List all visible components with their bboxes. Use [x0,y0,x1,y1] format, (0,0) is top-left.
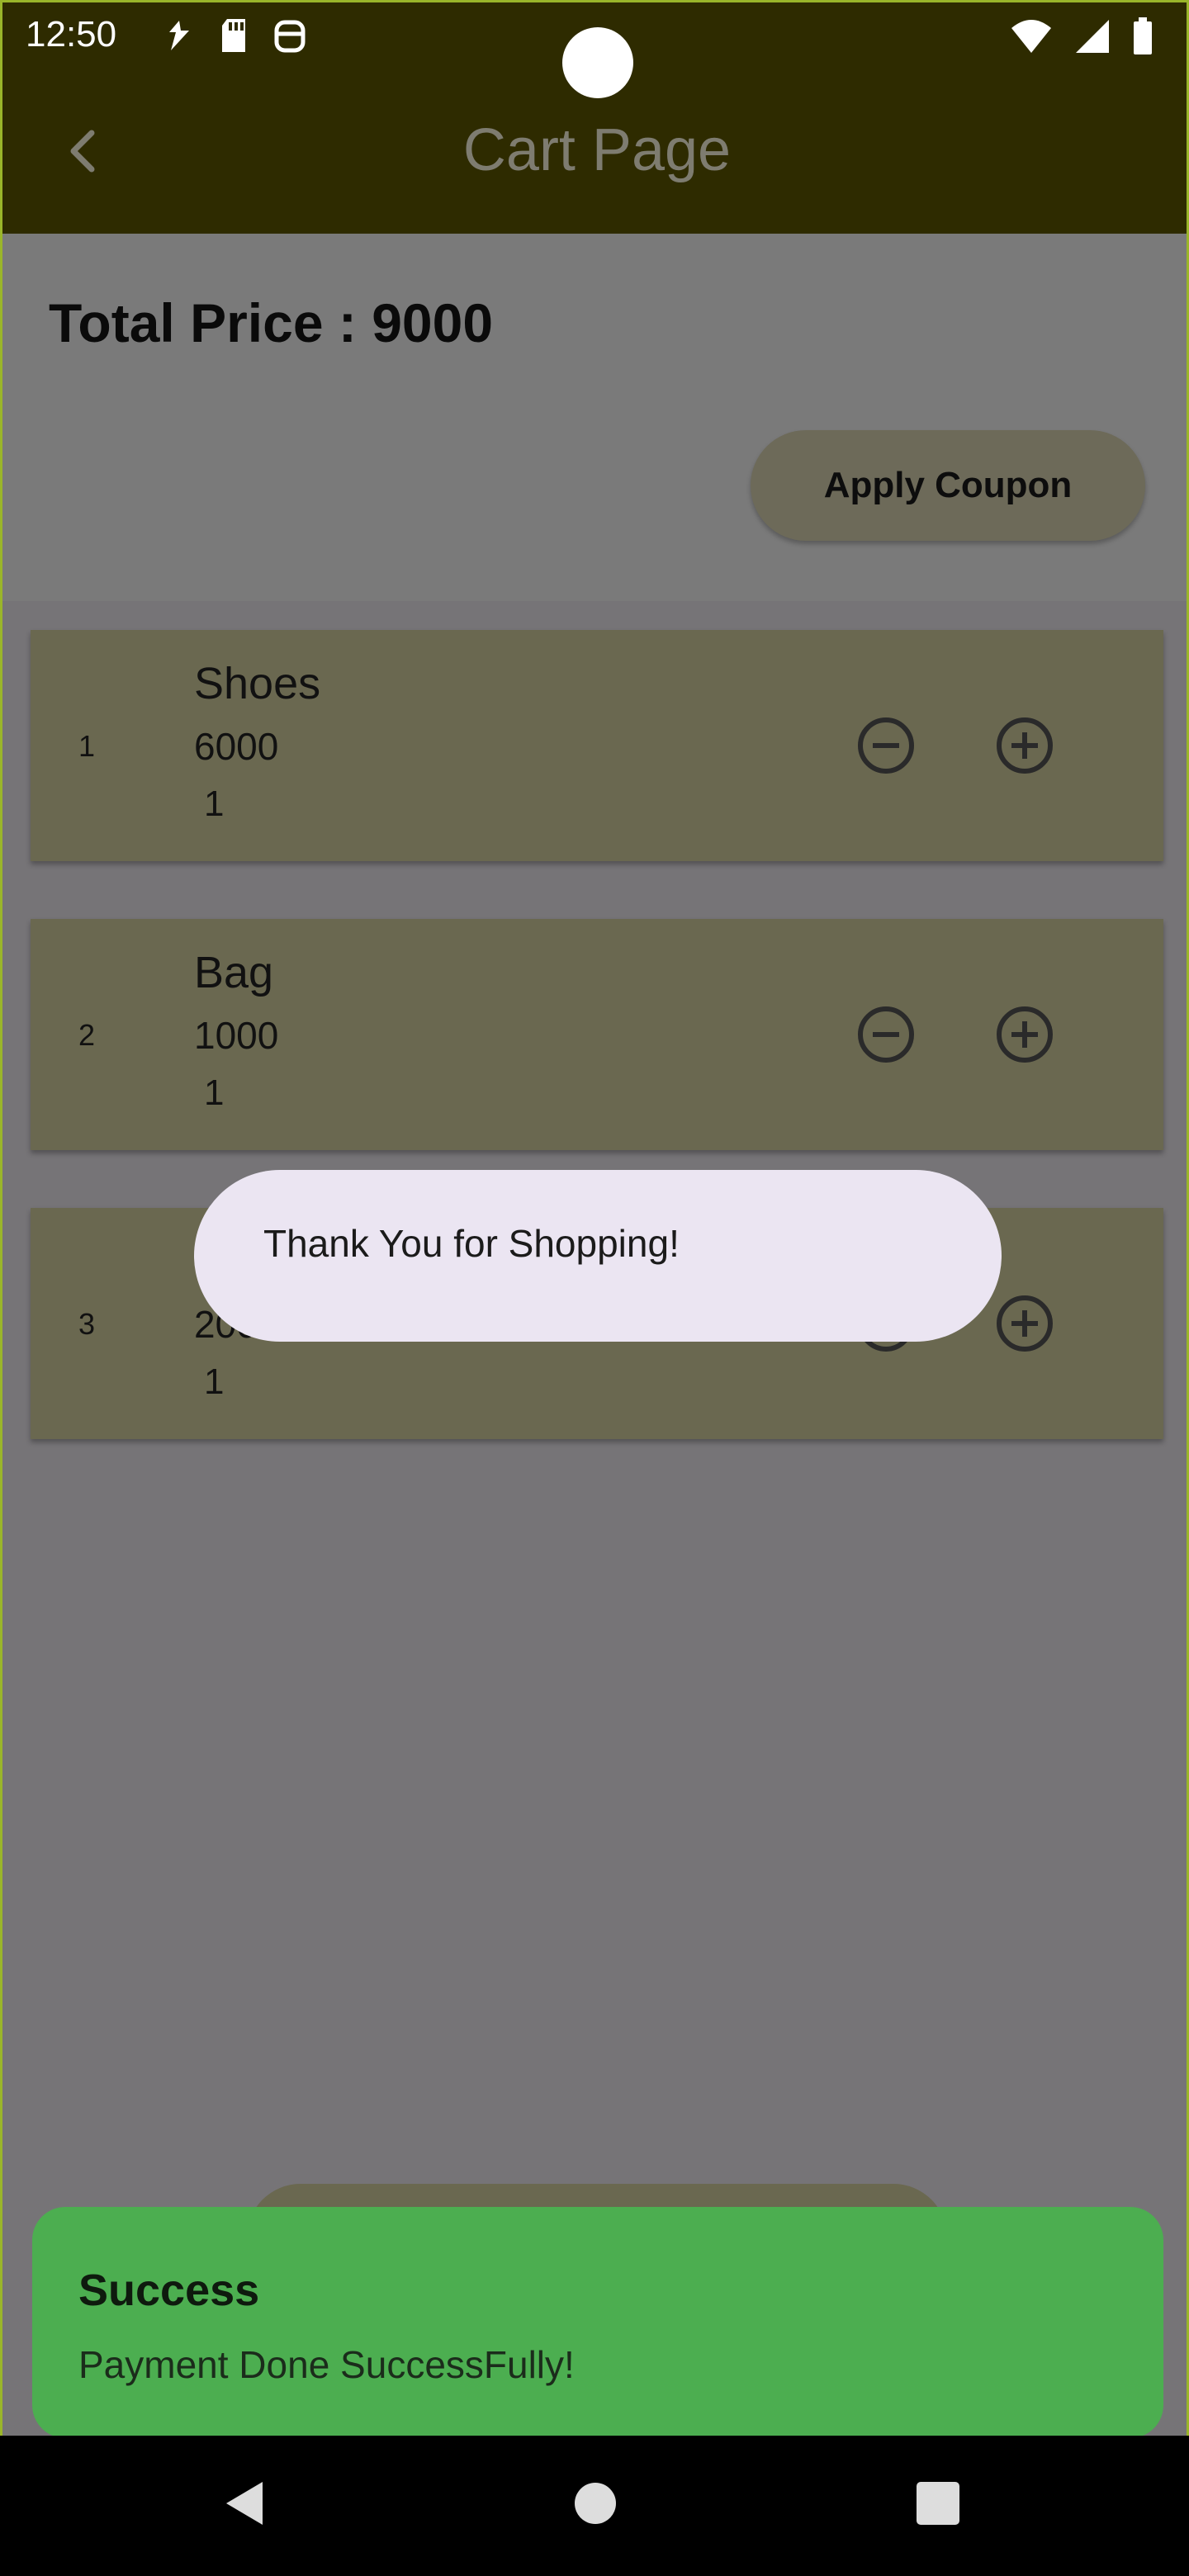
decrease-quantity-button[interactable] [855,714,917,777]
increase-quantity-button[interactable] [993,1292,1056,1355]
snackbar-message: Payment Done SuccessFully! [78,2343,575,2386]
battery-icon [1134,17,1152,54]
item-index: 1 [78,729,96,763]
page-title: Cart Page [462,117,732,183]
item-quantity: 1 [204,784,225,824]
item-name: Shoes [194,659,321,708]
item-name: Bag [194,948,274,997]
snackbar-title: Success [78,2266,260,2315]
summary-section [2,234,1187,601]
cell-signal-icon [1076,20,1109,53]
status-time: 12:50 [26,14,117,54]
camera-cutout [562,27,633,98]
item-price: 1000 [194,1014,279,1057]
cart-item: 2 Bag 1000 1 [31,919,1163,1150]
recents-square-icon[interactable] [915,2479,961,2528]
increase-quantity-button[interactable] [993,714,1056,777]
status-bar: 12:50 [2,2,1187,98]
minus-circle-icon [858,717,914,774]
face-icon [274,20,306,53]
navigation-arrow-icon [169,21,189,50]
item-index: 3 [78,1307,96,1341]
status-icons-right [1010,17,1153,55]
app-screen: 12:50 Cart Page Total Price: 9000 Apply… [0,0,1189,2436]
app-bar: 12:50 Cart Page [2,2,1187,234]
total-price: Total Price : 9000 [49,292,494,353]
decrease-quantity-button[interactable] [855,1003,917,1066]
plus-circle-icon [997,717,1053,774]
item-quantity: 1 [204,1073,225,1113]
back-triangle-icon[interactable] [221,2479,271,2528]
plus-circle-icon [997,1006,1053,1063]
apply-coupon-button[interactable]: Apply Coupon [751,430,1145,541]
status-icons-left [164,17,306,54]
success-snackbar: Success Payment Done SuccessFully! [32,2207,1163,2436]
cart-list [2,601,1187,2436]
item-quantity: 1 [204,1361,225,1402]
cart-item: 1 Shoes 6000 1 [31,630,1163,861]
wifi-icon [1011,20,1051,53]
home-circle-icon[interactable] [573,2479,618,2528]
toast-message: Thank You for Shopping! [194,1170,1002,1342]
item-index: 2 [78,1018,96,1052]
system-nav-bar [0,2436,1189,2576]
plus-circle-icon [997,1295,1053,1352]
item-price: 6000 [194,725,279,768]
increase-quantity-button[interactable] [993,1003,1056,1066]
minus-circle-icon [858,1006,914,1063]
sd-card-icon [222,19,245,52]
toast-text: Thank You for Shopping! [263,1222,680,1265]
